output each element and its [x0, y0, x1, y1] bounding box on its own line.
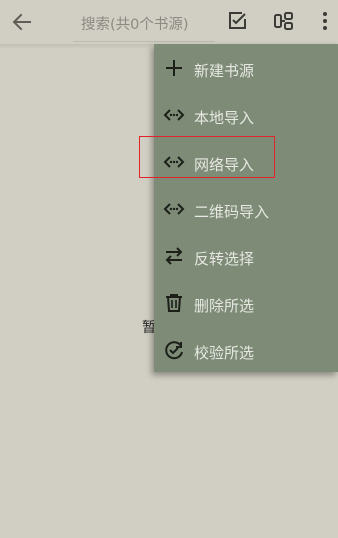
arrow-left-icon	[12, 13, 31, 31]
highlight-annotation	[139, 136, 275, 178]
menu-item-label: 新建书源	[194, 62, 255, 80]
code-import-icon	[163, 109, 185, 121]
toolbar: 搜索(共0个书源)	[0, 0, 338, 44]
menu-item-qrcode-import[interactable]: 二维码导入	[154, 187, 338, 233]
more-vertical-icon	[323, 12, 327, 30]
group-button[interactable]	[272, 9, 296, 33]
select-all-button[interactable]	[225, 9, 249, 33]
menu-item-delete-selected[interactable]: 删除所选	[154, 281, 338, 327]
code-import-icon	[163, 203, 185, 215]
menu-item-label: 本地导入	[194, 109, 255, 127]
group-icon	[274, 12, 293, 30]
menu-item-new-source[interactable]: 新建书源	[154, 46, 338, 92]
trash-icon	[166, 294, 182, 312]
search-input[interactable]: 搜索(共0个书源)	[73, 5, 215, 42]
checkbox-edit-icon	[229, 12, 246, 29]
back-button[interactable]	[9, 9, 35, 35]
menu-item-label: 二维码导入	[194, 203, 270, 221]
more-button[interactable]	[313, 9, 337, 33]
swap-arrows-icon	[165, 247, 183, 265]
menu-item-local-import[interactable]: 本地导入	[154, 93, 338, 139]
menu-item-label: 校验所选	[194, 344, 255, 362]
overflow-menu: 新建书源 本地导入 网络导入 二维码导入 反转选择 删除所选 校验所选	[154, 44, 338, 372]
menu-item-label: 删除所选	[194, 297, 255, 315]
check-refresh-icon	[165, 341, 183, 360]
menu-item-invert-selection[interactable]: 反转选择	[154, 234, 338, 280]
search-placeholder: 搜索(共0个书源)	[81, 17, 189, 33]
plus-icon	[166, 60, 182, 76]
menu-item-label: 反转选择	[194, 250, 255, 268]
menu-item-verify-selected[interactable]: 校验所选	[154, 328, 338, 374]
